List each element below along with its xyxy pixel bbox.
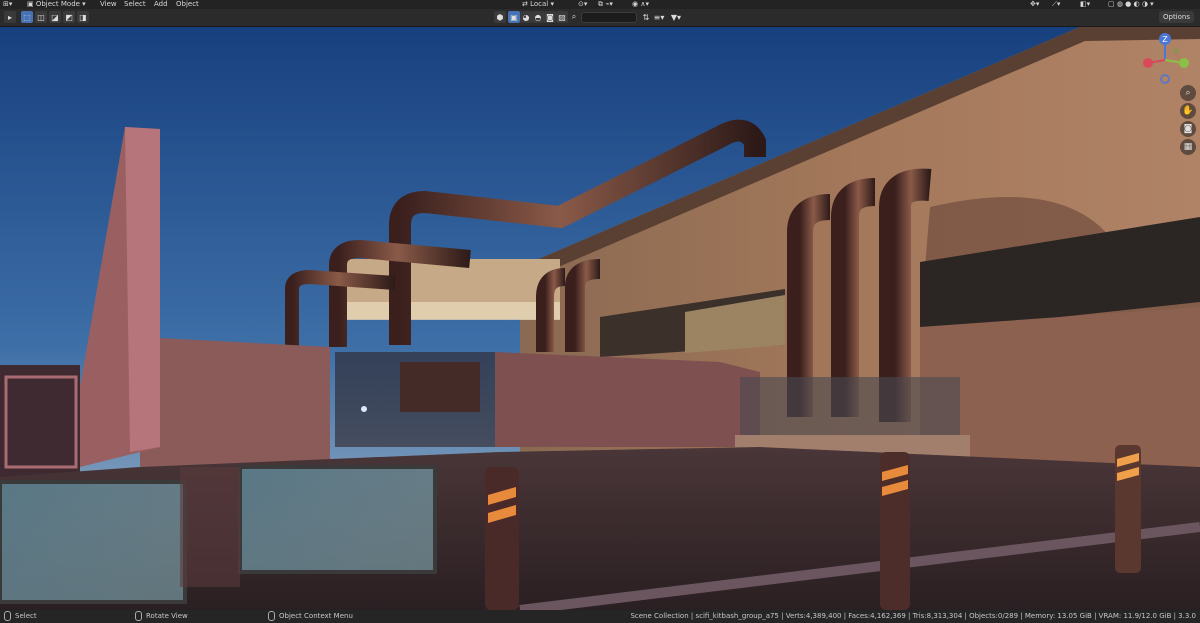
select-extend-icon[interactable]: ◫ bbox=[35, 11, 47, 23]
walkway-lit bbox=[345, 302, 560, 320]
scene-statistics: Scene Collection | scifi_kitbash_group_a… bbox=[630, 612, 1196, 620]
top-menu-bar: ⊞▾ ▣ Object Mode ▾ View Select Add Objec… bbox=[0, 0, 1200, 9]
pivot-icon[interactable]: ⊙▾ bbox=[578, 0, 587, 8]
glass-railing-right bbox=[238, 465, 437, 574]
railing-post bbox=[180, 467, 240, 587]
options-button[interactable]: Options bbox=[1158, 11, 1194, 23]
menu-object[interactable]: Object bbox=[176, 0, 199, 8]
left-wall bbox=[140, 337, 330, 467]
3d-viewport[interactable]: Z ⌕ ✋ ◙ ▦ bbox=[0, 27, 1200, 610]
viewport-header: ▸ ⬚ ◫ ◪ ◩ ◨ ⬢ ▣ ◕ ◓ ◙ ▨ ⌕ ⇅ ≡▾ ▼▾ Option… bbox=[0, 9, 1200, 27]
mouse-left-icon bbox=[4, 611, 11, 621]
select-invert-icon[interactable]: ◩ bbox=[63, 11, 75, 23]
menu-add[interactable]: Add bbox=[154, 0, 168, 8]
snap-icon[interactable]: ⧉ ⌁▾ bbox=[598, 0, 613, 8]
navigation-gizmo[interactable]: Z bbox=[1136, 31, 1194, 89]
status-bar: Select Rotate View Object Context Menu S… bbox=[0, 610, 1200, 623]
tool-settings-icon[interactable]: ▸ bbox=[4, 11, 16, 23]
gizmo-z-label: Z bbox=[1162, 35, 1168, 44]
transform-orientation-label: Local bbox=[530, 0, 549, 8]
gizmo-neg-z[interactable] bbox=[1160, 74, 1170, 84]
tower-face bbox=[125, 127, 160, 452]
light-filter-icon[interactable]: ◓ bbox=[532, 11, 544, 23]
grid-icon[interactable]: ▦ bbox=[1180, 139, 1196, 155]
select-subtract-icon[interactable]: ◪ bbox=[49, 11, 61, 23]
editor-type-icon[interactable]: ⊞▾ bbox=[3, 0, 12, 8]
menu-view[interactable]: View bbox=[100, 0, 117, 8]
center-wall bbox=[495, 352, 760, 447]
select-intersect-icon[interactable]: ◨ bbox=[77, 11, 89, 23]
camera-icon[interactable]: ◙ bbox=[1180, 121, 1196, 137]
material-filter-icon[interactable]: ◕ bbox=[520, 11, 532, 23]
rendered-scene bbox=[0, 27, 1200, 610]
filter-icon[interactable]: ≡▾ bbox=[653, 11, 665, 23]
hint-rotate: Rotate View bbox=[135, 610, 188, 623]
sort-icon[interactable]: ⇅ bbox=[640, 11, 652, 23]
hand-pan-icon[interactable]: ✋ bbox=[1180, 103, 1196, 119]
proportional-edit-icon[interactable]: ◉ ∧▾ bbox=[632, 0, 649, 8]
glass-fence-right bbox=[740, 377, 960, 437]
bollard-2 bbox=[880, 452, 910, 610]
bollard-1 bbox=[485, 467, 519, 610]
lamp bbox=[361, 406, 367, 412]
menu-select[interactable]: Select bbox=[124, 0, 146, 8]
xray-icon[interactable]: ◧▾ bbox=[1080, 0, 1090, 8]
mouse-middle-icon bbox=[135, 611, 142, 621]
image-filter-icon[interactable]: ▨ bbox=[556, 11, 568, 23]
select-box-icon[interactable]: ⬚ bbox=[21, 11, 33, 23]
gizmo-y-axis[interactable] bbox=[1179, 58, 1189, 68]
gizmo-toggle-icon[interactable]: ✥▾ bbox=[1030, 0, 1039, 8]
mesh-filter-icon[interactable]: ⬢ bbox=[494, 11, 506, 23]
transform-orientation[interactable]: ⇄ Local ▾ bbox=[522, 0, 554, 8]
hint-context-menu: Object Context Menu bbox=[268, 610, 353, 623]
gate-dark bbox=[335, 352, 495, 447]
gizmo-x-axis[interactable] bbox=[1143, 58, 1153, 68]
search-input[interactable] bbox=[581, 12, 637, 23]
search-icon: ⌕ bbox=[571, 12, 577, 21]
mode-selector[interactable]: ▣ Object Mode ▾ bbox=[27, 0, 86, 8]
mouse-right-icon bbox=[268, 611, 275, 621]
zoom-icon[interactable]: ⌕ bbox=[1180, 85, 1196, 101]
object-filter-icon[interactable]: ▣ bbox=[508, 11, 520, 23]
bollard-3 bbox=[1115, 445, 1141, 573]
glass-railing-left bbox=[0, 480, 187, 604]
gizmo-neg-y[interactable] bbox=[1173, 48, 1179, 54]
overlay-icon[interactable]: ⟋▾ bbox=[1052, 0, 1060, 8]
camera-filter-icon[interactable]: ◙ bbox=[544, 11, 556, 23]
funnel-icon[interactable]: ▼▾ bbox=[670, 11, 682, 23]
hint-select: Select bbox=[4, 610, 37, 623]
shading-modes[interactable]: ▢ ◍ ● ◐ ◑ ▾ bbox=[1108, 0, 1154, 8]
mode-label: Object Mode bbox=[35, 0, 80, 8]
